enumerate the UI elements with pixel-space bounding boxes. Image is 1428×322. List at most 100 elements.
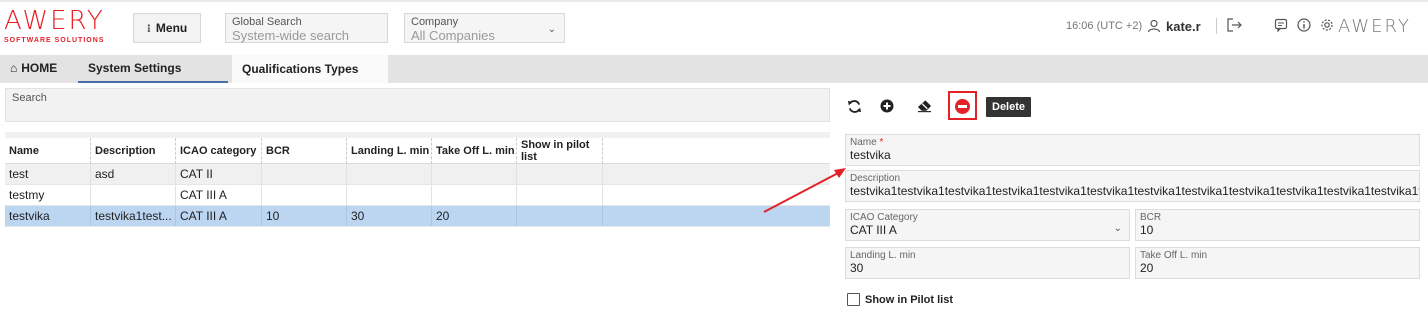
column-header-show-pilot[interactable]: Show in pilot list xyxy=(516,138,602,164)
cell-name: testvika xyxy=(9,209,50,223)
bcr-input[interactable]: 10 xyxy=(1140,223,1415,237)
chevron-down-icon: ⌄ xyxy=(547,24,556,35)
cell-landing: 30 xyxy=(346,206,431,226)
menu-button[interactable]: ⁝ Menu xyxy=(133,13,201,43)
icao-category-select[interactable]: ICAO Category CAT III A ⌄ xyxy=(845,209,1130,241)
top-border xyxy=(0,0,1428,2)
cell-name: testmy xyxy=(9,188,45,202)
brand-logo-small: AWERY xyxy=(1338,16,1411,37)
table-header: Name Description ICAO category BCR Landi… xyxy=(5,132,830,164)
required-mark: * xyxy=(879,137,884,148)
icao-category-value: CAT III A xyxy=(850,223,897,237)
delete-tooltip: Delete xyxy=(986,97,1032,117)
cell-bcr: 10 xyxy=(261,206,346,226)
refresh-icon xyxy=(847,99,861,113)
delete-button[interactable] xyxy=(951,95,973,117)
tab-home-label: HOME xyxy=(21,61,58,75)
show-in-pilot-list-checkbox-row[interactable]: Show in Pilot list xyxy=(847,293,953,306)
logo-wordmark: AWERY xyxy=(4,6,105,36)
user-menu[interactable]: kate.r xyxy=(1147,14,1201,38)
takeoff-min-label: Take Off L. min xyxy=(1140,250,1208,261)
column-header-bcr[interactable]: BCR xyxy=(261,138,346,164)
add-button[interactable] xyxy=(876,95,898,117)
icao-category-label: ICAO Category xyxy=(850,212,918,223)
global-search-input[interactable]: System-wide search xyxy=(232,28,381,43)
company-label: Company xyxy=(411,16,459,28)
company-select[interactable]: Company All Companies ⌄ xyxy=(404,13,565,43)
show-in-pilot-list-checkbox[interactable] xyxy=(847,293,860,306)
tab-home[interactable]: ⌂ HOME xyxy=(0,55,74,83)
cell-takeoff xyxy=(431,164,516,184)
cell-takeoff: 20 xyxy=(431,206,516,226)
name-field[interactable]: Name * testvika xyxy=(845,134,1420,166)
cell-show xyxy=(516,185,602,205)
eraser-icon xyxy=(917,100,931,113)
search-field[interactable]: Search xyxy=(5,88,830,122)
menu-label: Menu xyxy=(155,21,188,35)
table-row[interactable]: test asd CAT II xyxy=(5,164,830,185)
clear-button[interactable] xyxy=(913,95,935,117)
show-in-pilot-list-label: Show in Pilot list xyxy=(865,293,953,306)
logout-icon[interactable] xyxy=(1226,16,1244,34)
user-icon xyxy=(1147,19,1161,33)
cell-show xyxy=(516,164,602,184)
cell-takeoff xyxy=(431,185,516,205)
column-header-name[interactable]: Name xyxy=(5,138,89,164)
cell-icao: CAT II xyxy=(175,164,261,184)
tab-system-settings-label: System Settings xyxy=(88,61,182,75)
tab-bar: ⌂ HOME System Settings Qualifications Ty… xyxy=(0,55,1428,83)
cell-landing xyxy=(346,185,431,205)
chevron-down-icon: ⌄ xyxy=(1113,223,1122,234)
name-input[interactable]: testvika xyxy=(850,148,1415,162)
takeoff-min-input[interactable]: 20 xyxy=(1140,261,1415,275)
column-header-spacer xyxy=(602,138,830,164)
user-name: kate.r xyxy=(1166,18,1201,34)
delete-icon xyxy=(954,98,970,114)
landing-min-field[interactable]: Landing L. min 30 xyxy=(845,247,1130,279)
home-icon: ⌂ xyxy=(10,61,18,75)
header-divider xyxy=(1216,18,1217,34)
name-label: Name * xyxy=(850,137,884,148)
chat-icon[interactable] xyxy=(1272,16,1290,34)
brand-logo[interactable]: AWERY SOFTWARE SOLUTIONS xyxy=(4,8,114,48)
column-header-landing[interactable]: Landing L. min xyxy=(346,138,431,164)
bcr-field[interactable]: BCR 10 xyxy=(1135,209,1420,241)
annotation-arrow xyxy=(763,168,846,213)
cell-description xyxy=(90,185,175,205)
landing-min-input[interactable]: 30 xyxy=(850,261,1125,275)
company-value: All Companies xyxy=(411,28,495,43)
column-header-takeoff[interactable]: Take Off L. min xyxy=(431,138,516,164)
cell-description: asd xyxy=(90,164,175,184)
qualifications-table: Name Description ICAO category BCR Landi… xyxy=(5,132,830,227)
logo-tagline: SOFTWARE SOLUTIONS xyxy=(4,37,105,44)
info-icon[interactable] xyxy=(1295,16,1313,34)
search-label: Search xyxy=(12,92,47,104)
description-input[interactable]: testvika1testvika1testvika1testvika1test… xyxy=(850,184,1419,198)
cell-description: testvika1test... xyxy=(90,206,175,226)
cell-icao: CAT III A xyxy=(175,206,261,226)
cell-icao: CAT III A xyxy=(175,185,261,205)
settings-icon[interactable] xyxy=(1318,16,1336,34)
takeoff-min-field[interactable]: Take Off L. min 20 xyxy=(1135,247,1420,279)
cell-show xyxy=(516,206,602,226)
cell-bcr xyxy=(261,164,346,184)
global-search-field[interactable]: Global Search System-wide search xyxy=(225,13,388,43)
clock-time: 16:06 (UTC +2) xyxy=(1066,20,1143,32)
column-header-description[interactable]: Description xyxy=(90,138,175,164)
description-label: Description xyxy=(850,173,901,184)
landing-min-label: Landing L. min xyxy=(850,250,916,261)
cell-bcr xyxy=(261,185,346,205)
add-icon xyxy=(880,99,894,113)
refresh-button[interactable] xyxy=(843,95,865,117)
tab-system-settings[interactable]: System Settings xyxy=(78,55,228,83)
bcr-label: BCR xyxy=(1140,212,1162,223)
cell-landing xyxy=(346,164,431,184)
table-row-selected[interactable]: testvika testvika1test... CAT III A 10 3… xyxy=(5,206,830,227)
cell-name: test xyxy=(9,167,29,181)
table-row[interactable]: testmy CAT III A xyxy=(5,185,830,206)
tab-qualifications-types-label: Qualifications Types xyxy=(242,62,359,76)
menu-dots-icon: ⁝ xyxy=(146,22,151,35)
tab-qualifications-types[interactable]: Qualifications Types xyxy=(232,55,388,83)
description-field[interactable]: Description testvika1testvika1testvika1t… xyxy=(845,170,1420,202)
column-header-icao[interactable]: ICAO category xyxy=(175,138,260,164)
